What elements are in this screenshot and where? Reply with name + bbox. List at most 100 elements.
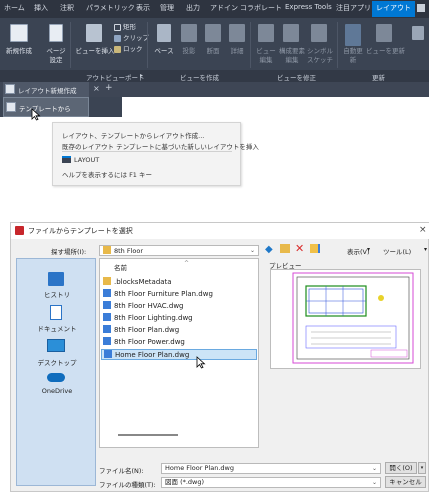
open-button[interactable]: 開く(O) — [385, 462, 417, 474]
base-view-icon[interactable] — [157, 24, 171, 42]
projected-label[interactable]: 投影 — [180, 47, 198, 56]
place-history[interactable]: ヒストリ — [17, 289, 97, 299]
rectangle-icon[interactable] — [114, 24, 121, 31]
new-layout-label[interactable]: 新規作成 — [4, 47, 34, 56]
tab-manage[interactable]: 管理 — [160, 3, 174, 13]
close-tab-icon[interactable]: × — [93, 84, 100, 93]
new-folder-icon[interactable] — [310, 244, 320, 253]
horizontal-scrollbar[interactable] — [118, 434, 178, 436]
onedrive-icon[interactable] — [47, 373, 65, 382]
symbol-sketch-icon[interactable] — [311, 24, 327, 42]
up-folder-icon[interactable] — [280, 244, 290, 253]
new-layout-menu-button[interactable]: レイアウト新規作成 — [3, 82, 89, 97]
ribbon-separator — [250, 22, 251, 68]
place-desktop[interactable]: デスクトップ — [17, 357, 97, 367]
filetype-select[interactable]: 図面 (*.dwg) ⌄ — [161, 477, 381, 488]
list-item-selected[interactable]: Home Floor Plan.dwg — [101, 349, 257, 360]
place-onedrive[interactable]: OneDrive — [17, 387, 97, 395]
tab-view[interactable]: 表示 — [136, 3, 150, 13]
tab-express-tools[interactable]: Express Tools — [285, 3, 332, 11]
open-dropdown-button[interactable]: ▾ — [418, 462, 426, 474]
tab-collaborate[interactable]: コラボレート — [240, 3, 282, 13]
auto-update-icon[interactable] — [345, 24, 361, 46]
back-arrow-icon[interactable]: ◆ — [265, 244, 273, 255]
file-name: 8th Floor Power.dwg — [114, 338, 185, 346]
insert-view-icon[interactable] — [86, 24, 102, 42]
chevron-down-icon: ⌄ — [371, 465, 377, 472]
detail-view-icon[interactable] — [229, 24, 245, 42]
filename-input[interactable]: Home Floor Plan.dwg ⌄ — [161, 463, 381, 474]
place-documents[interactable]: ドキュメント — [17, 323, 97, 333]
add-tab-icon[interactable]: + — [105, 83, 113, 93]
tab-home[interactable]: ホーム — [4, 3, 25, 13]
update-view-label[interactable]: ビューを更新 — [366, 47, 405, 56]
panel-label-update: 更新 — [372, 74, 385, 82]
look-in-combo[interactable]: 8th Floor ⌄ — [99, 245, 259, 256]
tab-parametric[interactable]: パラメトリック — [86, 3, 135, 13]
tab-layout[interactable]: レイアウト — [372, 1, 415, 17]
section-label[interactable]: 断面 — [204, 47, 222, 56]
dwg-file-icon — [103, 325, 111, 333]
dialog-close-icon[interactable]: × — [419, 225, 427, 235]
base-label[interactable]: ベース — [152, 47, 176, 56]
section-view-icon[interactable] — [205, 24, 221, 42]
tab-insert[interactable]: 挿入 — [34, 3, 48, 13]
dwg-file-icon — [103, 313, 111, 321]
clip-icon[interactable] — [114, 35, 121, 42]
panel-label-modify-view: ビューを修正 — [277, 74, 316, 82]
file-name: Home Floor Plan.dwg — [115, 351, 190, 359]
insert-view-label[interactable]: ビューを挿入 — [74, 47, 116, 56]
tools-dropdown-icon[interactable]: ▾ — [424, 246, 427, 253]
edit-components-label[interactable]: 構成要素編集 — [279, 47, 305, 65]
cancel-button[interactable]: キャンセル — [385, 476, 426, 488]
from-template-menu-item[interactable]: テンプレートから — [3, 97, 89, 117]
list-item[interactable]: 8th Floor Power.dwg — [103, 337, 185, 348]
tab-featured-apps[interactable]: 注目アプリ — [336, 3, 371, 13]
edit-view-icon[interactable] — [258, 24, 274, 42]
template-icon — [6, 102, 16, 112]
document-tab-bar: レイアウト新規作成 × + — [0, 82, 429, 97]
list-item[interactable]: 8th Floor Lighting.dwg — [103, 313, 193, 324]
list-item[interactable]: 8th Floor Plan.dwg — [103, 325, 179, 336]
edit-view-label[interactable]: ビュー編集 — [255, 47, 277, 65]
desktop-icon[interactable] — [47, 339, 65, 352]
lock-icon[interactable] — [114, 46, 121, 53]
symbol-sketch-label[interactable]: シンボルスケッチ — [306, 47, 334, 65]
new-layout-dropdown: テンプレートから — [0, 97, 122, 117]
filetype-value: 図面 (*.dwg) — [165, 478, 205, 486]
column-header-name[interactable]: 名前 — [114, 262, 127, 272]
list-item[interactable]: .blocksMetadata — [103, 277, 172, 288]
folder-icon — [103, 246, 111, 254]
tools-menu[interactable]: ツール(L) — [383, 246, 411, 256]
page-setup-label[interactable]: ページ設定 — [46, 47, 66, 65]
folder-icon — [103, 277, 111, 285]
ribbon-tabs: ホーム 挿入 注釈 パラメトリック 表示 管理 出力 アドイン コラボレート E… — [0, 0, 429, 18]
tooltip-description: 既存のレイアウト テンプレートに基づいた新しいレイアウトを挿入 — [62, 143, 259, 151]
list-item[interactable]: 8th Floor Furniture Plan.dwg — [103, 289, 213, 300]
update-view-icon[interactable] — [376, 24, 392, 42]
tab-addins[interactable]: アドイン — [210, 3, 238, 13]
projected-view-icon[interactable] — [181, 24, 197, 42]
tab-output[interactable]: 出力 — [186, 3, 200, 13]
overflow-tool-icon[interactable] — [412, 26, 424, 40]
page-setup-icon[interactable] — [49, 24, 63, 42]
tab-annotate[interactable]: 注釈 — [60, 3, 74, 13]
new-layout-icon[interactable] — [10, 24, 28, 42]
edit-components-icon[interactable] — [283, 24, 299, 42]
panel-expander-icon[interactable]: ▸ — [140, 72, 143, 79]
file-name: .blocksMetadata — [114, 278, 172, 286]
documents-icon[interactable] — [50, 305, 62, 320]
lock-label[interactable]: ロック — [123, 45, 143, 54]
file-name: 8th Floor Plan.dwg — [114, 326, 180, 334]
list-item[interactable]: 8th Floor HVAC.dwg — [103, 301, 184, 312]
clip-label[interactable]: クリップ — [123, 34, 149, 43]
detail-label[interactable]: 詳細 — [228, 47, 246, 56]
delete-icon[interactable]: ✕ — [295, 242, 304, 255]
rectangular-label[interactable]: 矩形 — [123, 23, 136, 32]
auto-update-label[interactable]: 自動更新 — [343, 47, 363, 65]
dwg-file-icon — [103, 289, 111, 297]
views-dropdown-icon[interactable]: ▾ — [367, 246, 370, 253]
ribbon: ホーム 挿入 注釈 パラメトリック 表示 管理 出力 アドイン コラボレート E… — [0, 0, 429, 97]
history-icon[interactable] — [48, 272, 64, 286]
ribbon-overflow-icon[interactable] — [417, 4, 425, 12]
